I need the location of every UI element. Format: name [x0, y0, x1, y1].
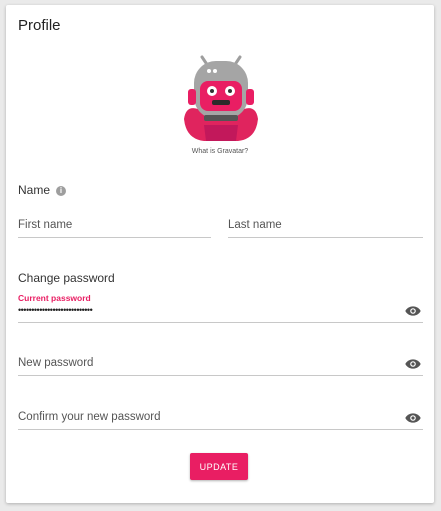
first-name-input[interactable]: [18, 213, 211, 237]
name-label: Name: [18, 183, 51, 197]
confirm-password-input[interactable]: [18, 405, 398, 429]
last-name-input[interactable]: [228, 213, 423, 237]
confirm-password-field[interactable]: [18, 405, 423, 430]
info-icon[interactable]: i: [56, 186, 66, 196]
gravatar-link[interactable]: What is Gravatar?: [6, 148, 434, 155]
eye-icon[interactable]: [405, 358, 421, 370]
update-button[interactable]: UPDATE: [190, 453, 248, 480]
new-password-input[interactable]: [18, 351, 398, 375]
current-password-input[interactable]: [18, 298, 398, 322]
avatar[interactable]: [176, 53, 266, 145]
page-title: Profile: [18, 17, 61, 34]
robot-avatar-icon: [184, 55, 258, 141]
first-name-field[interactable]: [18, 213, 211, 238]
profile-card: Profile What is Gravatar? Name i First n…: [6, 5, 434, 503]
eye-icon[interactable]: [405, 305, 421, 317]
eye-icon[interactable]: [405, 412, 421, 424]
last-name-field[interactable]: [228, 213, 423, 238]
change-password-label: Change password: [18, 271, 115, 285]
current-password-field[interactable]: [18, 298, 423, 323]
new-password-field[interactable]: [18, 351, 423, 376]
